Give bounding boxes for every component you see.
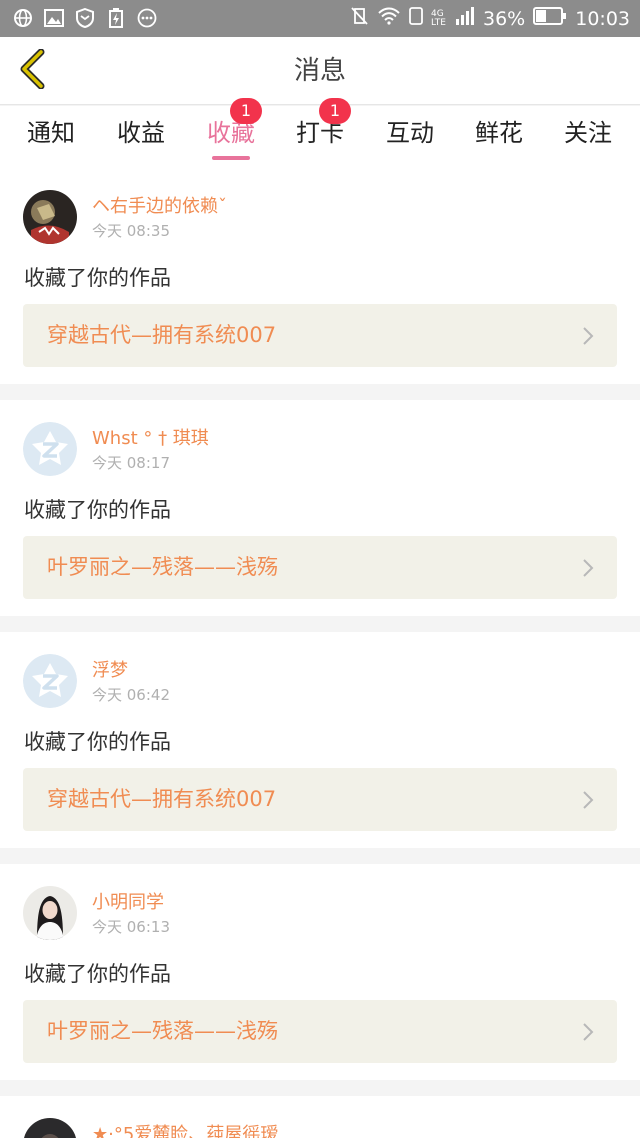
battery-icon bbox=[533, 7, 567, 30]
tab-flowers[interactable]: 鲜花 bbox=[454, 106, 544, 168]
tab-label: 通知 bbox=[27, 119, 75, 147]
message-action: 收藏了你的作品 bbox=[24, 962, 171, 986]
tab-label: 关注 bbox=[564, 119, 612, 147]
battery-saver-icon bbox=[105, 7, 127, 29]
work-link[interactable]: 穿越古代—拥有系统007 bbox=[23, 304, 617, 367]
status-icons-right: 4G LTE 36% 10:03 bbox=[349, 0, 630, 37]
work-link[interactable]: 穿越古代—拥有系统007 bbox=[23, 768, 617, 831]
battery-percent: 36% bbox=[483, 7, 526, 30]
user-name[interactable]: 浮梦 bbox=[92, 656, 128, 682]
shield-icon bbox=[74, 7, 96, 29]
chevron-right-icon bbox=[581, 1022, 595, 1042]
tab-favorites[interactable]: 收藏 1 bbox=[186, 98, 276, 168]
avatar[interactable] bbox=[23, 422, 77, 476]
work-title: 穿越古代—拥有系统007 bbox=[47, 323, 277, 347]
wifi-icon bbox=[377, 7, 401, 30]
network-type: 4G LTE bbox=[431, 8, 446, 28]
tab-checkin[interactable]: 打卡 1 bbox=[275, 98, 365, 168]
message-time: 今天 08:35 bbox=[92, 222, 170, 240]
sim-icon bbox=[409, 7, 423, 30]
unread-badge: 1 bbox=[319, 98, 351, 124]
tab-earnings[interactable]: 收益 bbox=[96, 106, 186, 168]
user-name[interactable]: 小明同学 bbox=[92, 888, 164, 914]
message-card: ヘ右手边的依赖ˇ 今天 08:35 收藏了你的作品 穿越古代—拥有系统007 bbox=[0, 168, 640, 384]
app-header: 消息 bbox=[0, 37, 640, 105]
avatar[interactable] bbox=[23, 1118, 77, 1138]
message-card: 小明同学 今天 06:13 收藏了你的作品 叶罗丽之—残落——浅殇 bbox=[0, 864, 640, 1080]
image-icon bbox=[43, 7, 65, 29]
tab-follows[interactable]: 关注 bbox=[543, 106, 633, 168]
message-time: 今天 08:17 bbox=[92, 454, 170, 472]
unread-badge: 1 bbox=[230, 98, 262, 124]
message-time: 今天 06:13 bbox=[92, 918, 170, 936]
chevron-right-icon bbox=[581, 558, 595, 578]
more-dots-icon bbox=[136, 7, 158, 29]
status-icons-left bbox=[12, 7, 158, 29]
avatar[interactable] bbox=[23, 886, 77, 940]
message-card: Whst ° † 琪琪 今天 08:17 收藏了你的作品 叶罗丽之—残落——浅殇 bbox=[0, 400, 640, 616]
message-action: 收藏了你的作品 bbox=[24, 498, 171, 522]
avatar[interactable] bbox=[23, 190, 77, 244]
message-card: 浮梦 今天 06:42 收藏了你的作品 穿越古代—拥有系统007 bbox=[0, 632, 640, 848]
tab-label: 收益 bbox=[117, 119, 165, 147]
tab-label: 互动 bbox=[386, 119, 434, 147]
tab-notifications[interactable]: 通知 bbox=[6, 106, 96, 168]
status-bar: 4G LTE 36% 10:03 bbox=[0, 0, 640, 37]
globe-icon bbox=[12, 7, 34, 29]
active-tab-indicator bbox=[212, 156, 250, 160]
category-tabs: 通知 收益 收藏 1 打卡 1 互动 鲜花 关注 bbox=[0, 98, 640, 168]
vibrate-off-icon bbox=[349, 6, 369, 31]
work-link[interactable]: 叶罗丽之—残落——浅殇 bbox=[23, 536, 617, 599]
message-action: 收藏了你的作品 bbox=[24, 266, 171, 290]
tab-label: 鲜花 bbox=[475, 119, 523, 147]
message-time: 今天 06:42 bbox=[92, 686, 170, 704]
page-title: 消息 bbox=[293, 56, 346, 86]
tab-interactions[interactable]: 互动 bbox=[365, 106, 455, 168]
user-name[interactable]: Whst ° † 琪琪 bbox=[92, 424, 209, 450]
chevron-right-icon bbox=[581, 790, 595, 810]
signal-icon bbox=[455, 7, 475, 30]
work-title: 穿越古代—拥有系统007 bbox=[47, 787, 277, 811]
chevron-right-icon bbox=[581, 326, 595, 346]
work-link[interactable]: 叶罗丽之—残落——浅殇 bbox=[23, 1000, 617, 1063]
work-title: 叶罗丽之—残落——浅殇 bbox=[47, 555, 278, 579]
avatar[interactable] bbox=[23, 654, 77, 708]
user-name[interactable]: ヘ右手边的依赖ˇ bbox=[92, 192, 227, 218]
work-title: 叶罗丽之—残落——浅殇 bbox=[47, 1019, 278, 1043]
message-action: 收藏了你的作品 bbox=[24, 730, 171, 754]
user-name[interactable]: ★·°5爱麓睑、莼屋徭瑷 bbox=[92, 1120, 278, 1138]
message-card: ★·°5爱麓睑、莼屋徭瑷 bbox=[0, 1096, 640, 1138]
clock: 10:03 bbox=[575, 7, 630, 30]
